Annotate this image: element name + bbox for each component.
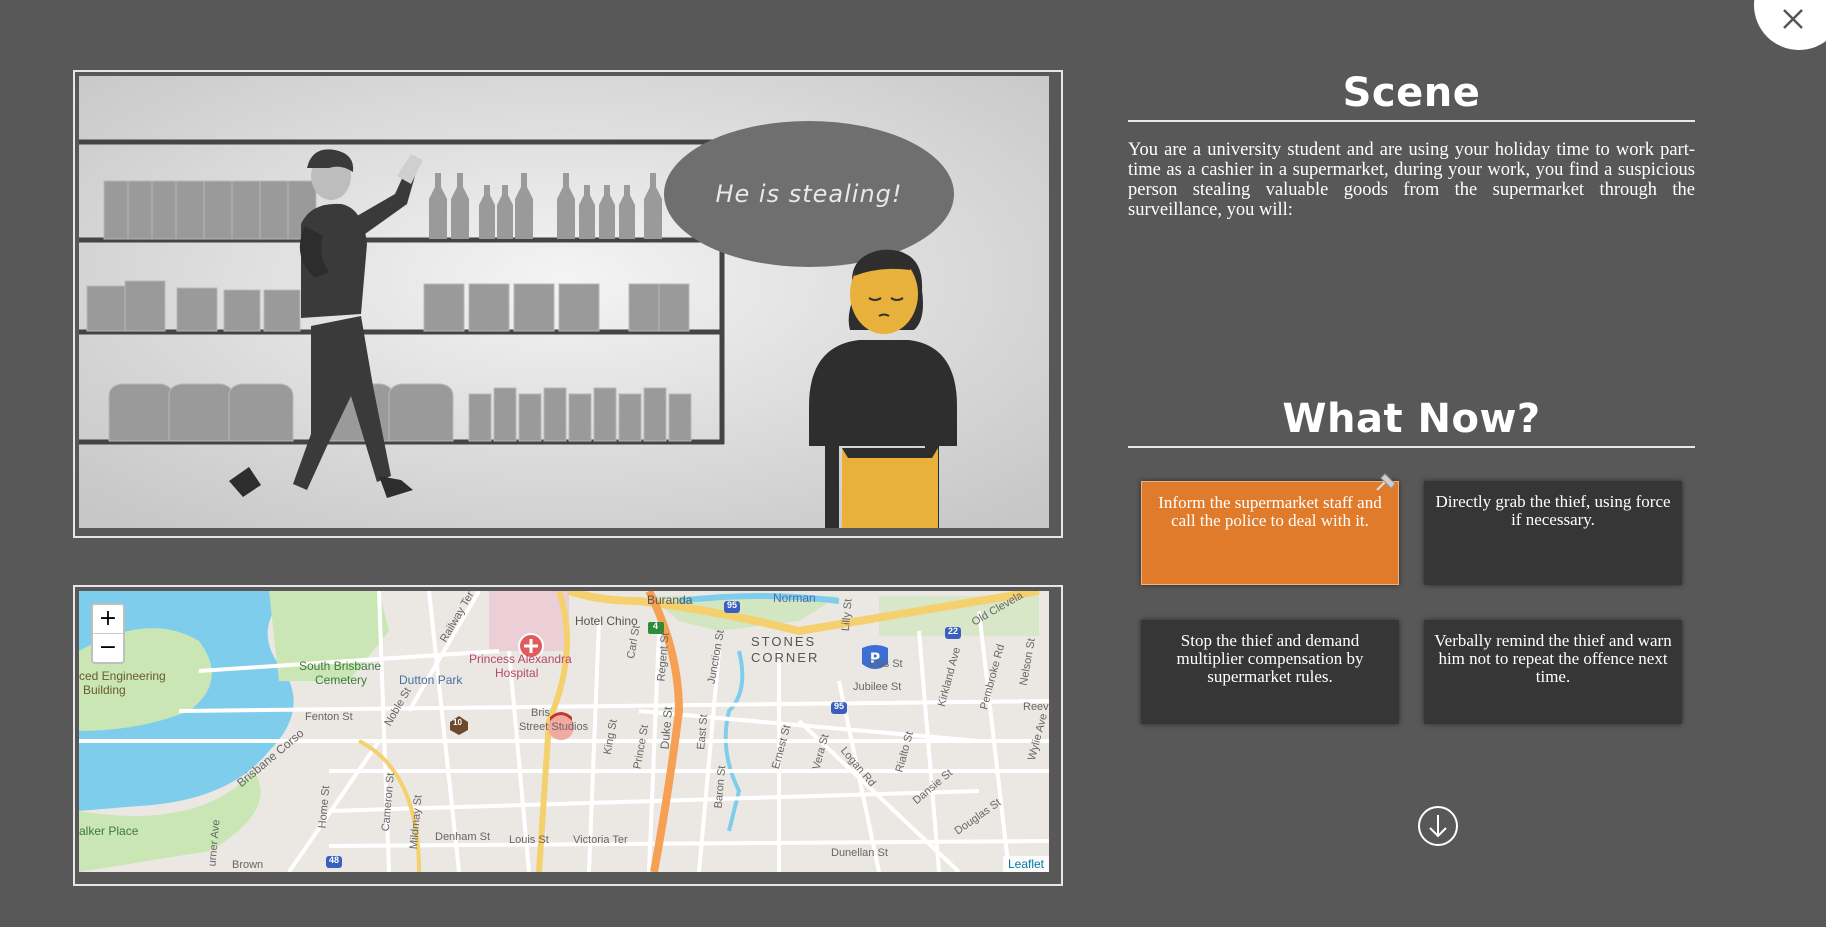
what-now-heading: What Now?: [1128, 396, 1695, 448]
zoom-control: + −: [91, 603, 125, 664]
close-button[interactable]: [1754, 0, 1826, 50]
map-label-victoria: Victoria Ter: [573, 834, 628, 846]
map-label-hotel-chino: Hotel Chino: [575, 614, 638, 628]
choice-demand-compensation[interactable]: Stop the thief and demand multiplier com…: [1141, 620, 1399, 724]
scene-description: You are a university student and are usi…: [1128, 140, 1695, 220]
map-attribution-link[interactable]: Leaflet: [1002, 856, 1049, 872]
map-label-jubilee: Jubilee St: [853, 681, 902, 693]
map-shield-95b: 95: [834, 701, 845, 711]
map[interactable]: P Buranda Norman Hotel Chino Princess Al…: [79, 591, 1049, 872]
choice-label: Inform the supermarket staff and call th…: [1158, 493, 1382, 530]
map-shield-22: 22: [948, 626, 959, 636]
map-label-buranda: Buranda: [647, 593, 693, 607]
map-label-walker: alker Place: [79, 824, 139, 838]
map-label-fenton: Fenton St: [305, 711, 353, 723]
zoom-out-button[interactable]: −: [93, 633, 123, 662]
close-icon: [1783, 9, 1803, 29]
map-label-dutton-park: Dutton Park: [399, 673, 463, 687]
arrow-down-circle-icon: [1418, 806, 1458, 846]
map-label-ellis: Ellis St: [869, 658, 903, 670]
map-shield-95: 95: [727, 600, 738, 610]
scene-illustration: He is stealing!: [79, 76, 1049, 528]
choice-grab-thief[interactable]: Directly grab the thief, using force if …: [1424, 481, 1682, 585]
map-shield-10: 10: [453, 718, 462, 727]
map-label-south-brisbane: South Brisbane: [299, 659, 382, 673]
map-label-reeve: Reev: [1023, 701, 1049, 713]
choice-inform-staff[interactable]: Inform the supermarket staff and call th…: [1141, 473, 1399, 585]
pin-icon: [1376, 473, 1396, 491]
speech-bubble-text: He is stealing!: [715, 180, 902, 208]
choice-label: Verbally remind the thief and warn him n…: [1434, 631, 1672, 686]
choice-label: Stop the thief and demand multiplier com…: [1176, 631, 1364, 686]
map-label-street-studios: Street Studios: [519, 721, 589, 733]
map-label-building: Building: [83, 683, 126, 697]
scene-heading: Scene: [1128, 70, 1695, 122]
map-label-hospital-2: Hospital: [495, 666, 539, 680]
map-label-dunellan: Dunellan St: [831, 847, 888, 859]
choice-verbal-warning[interactable]: Verbally remind the thief and warn him n…: [1424, 620, 1682, 724]
map-label-louis: Louis St: [509, 834, 549, 846]
map-shield-4: 4: [653, 621, 659, 631]
map-shield-48: 48: [329, 855, 340, 865]
choice-label: Directly grab the thief, using force if …: [1435, 492, 1671, 529]
map-label-brown: Brown: [232, 859, 264, 871]
map-label-stones: STONES: [751, 634, 817, 649]
scene-illustration-frame: He is stealing!: [73, 70, 1063, 538]
map-label-denham: Denham St: [435, 831, 491, 843]
map-frame: P Buranda Norman Hotel Chino Princess Al…: [73, 585, 1063, 886]
scroll-down-button[interactable]: [1417, 805, 1459, 847]
map-label-brisbane-street: Bris: [531, 707, 550, 719]
map-label-cemetery: Cemetery: [315, 673, 368, 687]
map-label-hospital: Princess Alexandra: [469, 652, 572, 666]
map-label-norman: Norman: [773, 591, 816, 605]
zoom-in-button[interactable]: +: [93, 605, 123, 633]
map-label-corner: CORNER: [751, 650, 820, 665]
map-label-engineering: ced Engineering: [79, 669, 166, 683]
